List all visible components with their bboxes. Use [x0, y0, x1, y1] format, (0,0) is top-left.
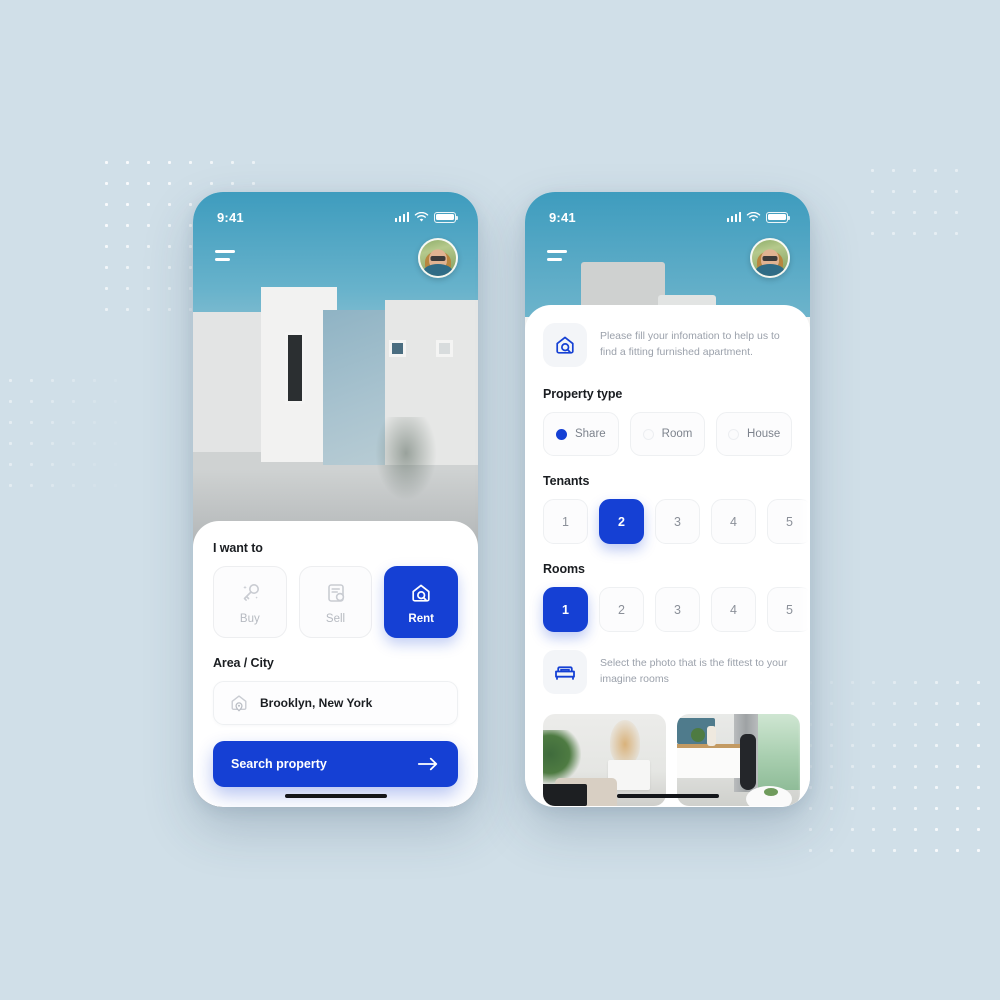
avatar-sunglasses: [762, 255, 778, 261]
status-time: 9:41: [549, 209, 576, 225]
status-icons: [394, 211, 459, 223]
tenants-option-3[interactable]: 3: [655, 499, 700, 544]
key-icon: [243, 583, 259, 601]
photo-intro-icon-box: [543, 650, 587, 694]
property-type-option-share[interactable]: Share: [543, 412, 619, 456]
thumb1-pampas: [610, 720, 640, 764]
avatar-body: [423, 264, 453, 276]
background-dot-pattern-bottom-right: [800, 672, 990, 862]
tenants-label: Tenants: [543, 474, 590, 488]
status-bar: 9:41: [193, 192, 478, 232]
home-indicator: [284, 793, 387, 798]
intent-option-buy-label: Buy: [239, 612, 260, 625]
area-city-value: Brooklyn, New York: [260, 696, 373, 710]
avatar-body: [755, 264, 785, 276]
status-icons: [726, 211, 791, 223]
radio-selected-icon: [555, 428, 567, 440]
form-bottom-sheet: Please fill your infomation to help us t…: [525, 305, 810, 807]
intent-option-rent-label: Rent: [408, 612, 434, 625]
document-tag-icon: [327, 583, 344, 602]
house-search-icon: [556, 336, 574, 354]
thumb2-window: [752, 714, 800, 790]
building-window-1: [389, 340, 406, 357]
user-avatar[interactable]: [750, 238, 790, 278]
photo-intro-row: Select the photo that is the fittest to …: [543, 650, 792, 694]
form-intro-text: Please fill your infomation to help us t…: [600, 330, 780, 358]
area-section-label: Area / City: [213, 656, 274, 670]
intent-section-label: I want to: [213, 541, 263, 555]
battery-icon: [434, 211, 459, 223]
thumb2-bowl: [764, 788, 778, 796]
rooms-option-5[interactable]: 5: [767, 587, 810, 632]
rooms-option-3[interactable]: 3: [655, 587, 700, 632]
rooms-options-row: 1 2 3 4 5: [543, 587, 810, 632]
thumb2-vase: [707, 726, 716, 746]
tenants-option-2[interactable]: 2: [599, 499, 644, 544]
phone-mockup-home: 9:41 Hi Cherly Bishop Get the best deals…: [193, 192, 478, 807]
wifi-icon: [746, 211, 761, 222]
intent-options-row: Buy Sell Rent: [213, 566, 459, 638]
status-bar: 9:41: [525, 192, 810, 232]
hamburger-menu-icon[interactable]: [215, 250, 237, 265]
rooms-option-2[interactable]: 2: [599, 587, 644, 632]
building-window-2: [436, 340, 453, 357]
property-type-options-row: Share Room House: [543, 412, 793, 456]
tenants-option-5[interactable]: 5: [767, 499, 810, 544]
area-city-input[interactable]: Brooklyn, New York: [213, 681, 458, 725]
tenants-options-row: 1 2 3 4 5: [543, 499, 810, 544]
thumb2-plant: [691, 728, 705, 742]
photo-thumbnail-2[interactable]: [677, 714, 800, 806]
intent-option-sell-label: Sell: [325, 612, 346, 625]
tenants-option-1[interactable]: 1: [543, 499, 588, 544]
house-search-icon: [412, 584, 430, 602]
house-pin-icon: [231, 695, 247, 712]
arrow-right-icon: [417, 757, 438, 771]
battery-icon: [766, 211, 791, 223]
photo-thumbnail-1[interactable]: [543, 714, 666, 806]
property-type-option-room[interactable]: Room: [629, 412, 706, 456]
search-property-button[interactable]: Search property: [213, 741, 458, 787]
status-time: 9:41: [217, 209, 244, 225]
cellular-bars-icon: [726, 212, 741, 222]
form-intro-icon-box: [543, 323, 587, 367]
thumb1-plant: [543, 730, 581, 784]
rooms-option-4[interactable]: 4: [711, 587, 756, 632]
rooms-label: Rooms: [543, 562, 585, 576]
thumb2-guitar: [740, 734, 756, 790]
avatar-sunglasses: [430, 255, 446, 261]
home-indicator: [616, 793, 719, 798]
app-bar: [525, 232, 810, 284]
property-type-option-house[interactable]: House: [716, 412, 793, 456]
hamburger-menu-icon[interactable]: [547, 250, 569, 265]
background-dot-pattern-top-right: [862, 160, 962, 244]
app-bar: [193, 232, 478, 284]
bed-icon: [555, 666, 575, 680]
intent-option-buy[interactable]: Buy: [213, 566, 287, 638]
home-bottom-sheet: I want to Buy Sell Rent Area / City Broo…: [193, 521, 478, 807]
radio-unselected-icon: [728, 428, 740, 440]
rooms-option-1[interactable]: 1: [543, 587, 588, 632]
search-property-button-label: Search property: [231, 757, 327, 771]
intent-option-sell[interactable]: Sell: [298, 566, 373, 638]
intent-option-rent[interactable]: Rent: [384, 566, 459, 638]
radio-unselected-icon: [642, 428, 654, 440]
property-type-label: Property type: [543, 387, 623, 401]
thumb1-tv: [543, 784, 587, 806]
tenants-option-4[interactable]: 4: [711, 499, 756, 544]
wifi-icon: [414, 211, 429, 222]
property-type-option-house-label: House: [747, 428, 781, 440]
property-type-option-room-label: Room: [661, 428, 693, 440]
cellular-bars-icon: [394, 212, 409, 222]
photo-intro-text: Select the photo that is the fittest to …: [600, 657, 788, 685]
photo-thumbnail-row: [543, 714, 800, 806]
phone-mockup-form: 9:41 Please fill your infomation to help…: [525, 192, 810, 807]
thumb2-credenza: [677, 744, 749, 778]
background-dot-pattern-middle-left: [0, 370, 126, 496]
building-door: [285, 332, 305, 404]
user-avatar[interactable]: [418, 238, 458, 278]
property-type-option-share-label: Share: [574, 428, 606, 440]
form-intro-row: Please fill your infomation to help us t…: [543, 323, 792, 367]
